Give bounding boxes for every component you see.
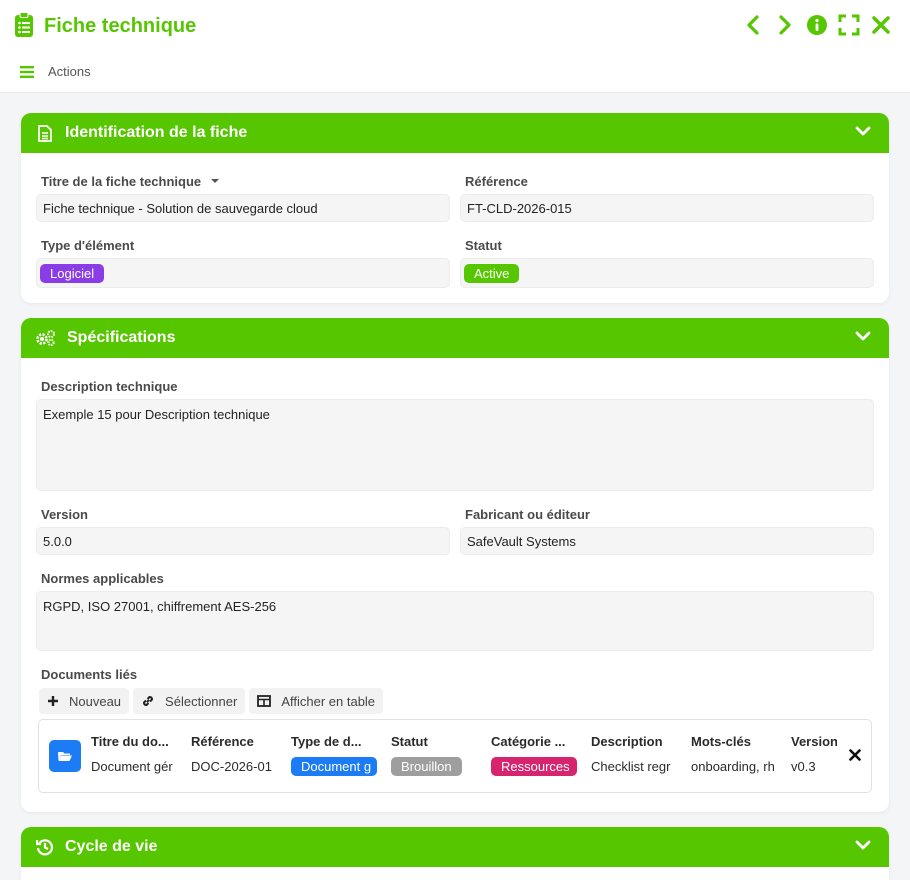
table-header-reference[interactable]: Référence xyxy=(191,734,279,749)
fabricant-label: Fabricant ou éditeur xyxy=(465,507,590,522)
version-label-wrap: Version xyxy=(41,507,88,522)
table-header-type[interactable]: Type de d... xyxy=(291,734,379,749)
type-doc-tag: Document g xyxy=(291,757,377,776)
actions-menu[interactable]: Actions xyxy=(20,64,91,79)
table-header-mots-cles[interactable]: Mots-clés xyxy=(691,734,779,749)
document-icon xyxy=(35,123,55,143)
titre-field-label-wrap: Titre de la fiche technique xyxy=(41,174,221,189)
fullscreen-button[interactable] xyxy=(838,14,860,36)
statut-tag: Active xyxy=(464,263,520,283)
identification-panel: Identification de la fiche Titre de la f… xyxy=(21,113,889,303)
statut-label: Statut xyxy=(465,238,502,253)
table-cell-categorie: Ressources xyxy=(491,757,577,776)
normes-label-wrap: Normes applicables xyxy=(41,571,164,586)
header-actions xyxy=(742,14,892,36)
link-icon xyxy=(143,696,154,706)
fabricant-label-wrap: Fabricant ou éditeur xyxy=(465,507,590,522)
page-title: Fiche technique xyxy=(44,15,197,37)
title-row: Fiche technique xyxy=(14,12,196,41)
documents-toolbar: Nouveau Sélectionner Afficher en table xyxy=(39,688,384,714)
chevron-down-icon xyxy=(855,331,871,341)
afficher-table-label: Afficher en table xyxy=(281,693,376,709)
type-label-wrap: Type d'élément xyxy=(41,238,134,253)
hamburger-menu-icon xyxy=(20,65,34,78)
titre-field[interactable]: Fiche technique - Solution de sauvegarde… xyxy=(36,194,450,222)
table-cell-mots-cles: onboarding, rh xyxy=(691,759,775,774)
reference-label-wrap: Référence xyxy=(465,174,528,189)
description-textarea[interactable]: Exemple 15 pour Description technique xyxy=(36,399,874,491)
close-icon xyxy=(849,749,861,761)
statut-label-wrap: Statut xyxy=(465,238,502,253)
nouveau-label: Nouveau xyxy=(69,693,122,709)
type-tag: Logiciel xyxy=(40,263,105,283)
info-button[interactable] xyxy=(806,14,828,36)
selectionner-button[interactable]: Sélectionner xyxy=(133,688,246,714)
plus-icon xyxy=(48,696,58,706)
top-bar: Fiche technique Actions xyxy=(0,0,910,93)
remove-row-button[interactable] xyxy=(849,749,861,764)
statut-field[interactable]: Active xyxy=(460,258,874,288)
table-cell-version: v0.3 xyxy=(791,759,816,774)
close-icon xyxy=(872,16,890,34)
table-cell-statut: Brouillon xyxy=(391,757,477,776)
folder-open-icon[interactable] xyxy=(49,740,81,772)
cycle-panel-title: Cycle de vie xyxy=(65,838,158,855)
ressources-tag: Ressources xyxy=(491,757,577,776)
table-header-titre[interactable]: Titre du do... xyxy=(91,734,179,749)
gears-icon xyxy=(35,328,57,348)
normes-textarea[interactable]: RGPD, ISO 27001, chiffrement AES-256 xyxy=(36,591,874,651)
fabricant-field[interactable]: SafeVault Systems xyxy=(460,527,874,555)
chevron-right-icon xyxy=(779,15,791,35)
next-button[interactable] xyxy=(774,14,796,36)
chevron-down-icon xyxy=(855,126,871,136)
documents-label-wrap: Documents liés xyxy=(41,667,137,682)
table-cell-type: Document g xyxy=(291,757,377,776)
afficher-table-button[interactable]: Afficher en table xyxy=(249,688,384,714)
type-field[interactable]: Logiciel xyxy=(36,258,450,288)
titre-label: Titre de la fiche technique xyxy=(41,174,202,189)
specifications-panel-header[interactable]: Spécifications xyxy=(21,318,889,358)
history-icon xyxy=(35,837,55,857)
chevron-down-icon xyxy=(855,840,871,850)
table-cell-description: Checklist regr xyxy=(591,759,671,774)
selectionner-label: Sélectionner xyxy=(165,693,238,709)
table-header-statut[interactable]: Statut xyxy=(391,734,479,749)
documents-table: Titre du do... Référence Type de d... St… xyxy=(38,719,872,793)
description-label: Description technique xyxy=(41,379,178,394)
table-cell-titre: Document gér xyxy=(91,759,173,774)
description-label-wrap: Description technique xyxy=(41,379,178,394)
close-button[interactable] xyxy=(870,14,892,36)
version-field[interactable]: 5.0.0 xyxy=(36,527,450,555)
cycle-panel: Cycle de vie xyxy=(21,827,889,880)
window: Fiche technique Actions Identification d… xyxy=(0,0,910,880)
table-header-description[interactable]: Description xyxy=(591,734,679,749)
info-circle-icon xyxy=(807,15,827,35)
chevron-left-icon xyxy=(747,15,759,35)
reference-field[interactable]: FT-CLD-2026-015 xyxy=(460,194,874,222)
clipboard-list-icon xyxy=(14,12,34,41)
previous-button[interactable] xyxy=(742,14,764,36)
reference-label: Référence xyxy=(465,174,528,189)
identification-panel-title: Identification de la fiche xyxy=(65,124,248,141)
cycle-panel-header[interactable]: Cycle de vie xyxy=(21,827,889,867)
caret-down-icon[interactable] xyxy=(209,176,221,186)
expand-icon xyxy=(838,14,860,36)
type-label: Type d'élément xyxy=(41,238,135,253)
table-header-version[interactable]: Version xyxy=(791,734,837,749)
normes-label: Normes applicables xyxy=(41,571,164,586)
nouveau-button[interactable]: Nouveau xyxy=(39,688,130,714)
table-header-categorie[interactable]: Catégorie ... xyxy=(491,734,579,749)
table-icon xyxy=(257,695,272,707)
actions-label: Actions xyxy=(48,64,91,79)
table-cell-reference: DOC-2026-01 xyxy=(191,759,272,774)
specifications-panel-title: Spécifications xyxy=(67,329,176,346)
brouillon-tag: Brouillon xyxy=(391,757,462,776)
specifications-panel: Spécifications Description technique Exe… xyxy=(21,318,889,812)
identification-panel-header[interactable]: Identification de la fiche xyxy=(21,113,889,153)
version-label: Version xyxy=(41,507,88,522)
documents-label: Documents liés xyxy=(41,667,138,682)
